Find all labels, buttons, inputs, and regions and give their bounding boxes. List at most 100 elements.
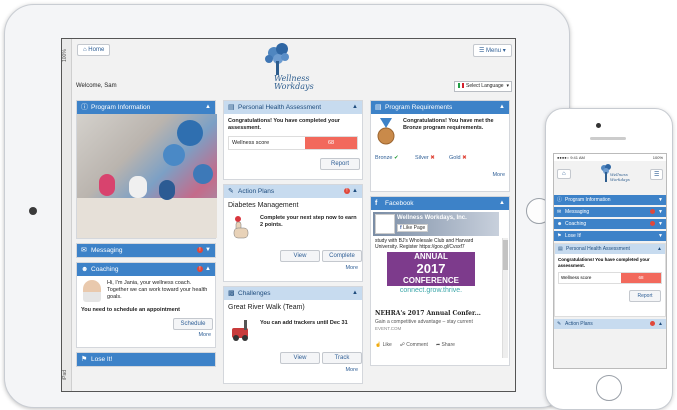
like-action[interactable]: ☝ Like <box>375 342 392 348</box>
info-icon: ⓘ <box>557 197 563 203</box>
phone-program-info[interactable]: ⓘ Program Information ▼ <box>554 195 666 205</box>
logo-text: Wellness Workdays <box>610 172 630 182</box>
action-plans-body: Diabetes Management Complete your next s… <box>224 198 362 281</box>
column-middle: ▤ Personal Health Assessment ▲ Congratul… <box>223 100 363 388</box>
challenges-card: ▩ Challenges ▲ Great River Walk (Team) Y… <box>223 286 363 384</box>
action-plans-more-link[interactable]: More <box>345 265 358 271</box>
requirements-header[interactable]: ▤ Program Requirements ▲ <box>371 101 509 114</box>
clipboard-icon: ▤ <box>558 246 563 252</box>
home-button[interactable]: ⌂ Home <box>77 44 111 56</box>
requirements-body: Congratulations! You have met the Bronze… <box>371 114 509 191</box>
program-info-header[interactable]: ⓘ Program Information ▲ <box>77 101 215 114</box>
chevron-down-icon: ▼ <box>658 233 663 239</box>
requirements-more-link[interactable]: More <box>492 172 505 178</box>
facebook-feed[interactable]: Wellness Workdays, Inc. f Like Page stud… <box>371 210 509 365</box>
scrollbar-thumb[interactable] <box>503 240 508 270</box>
person <box>129 176 147 198</box>
facebook-cover-photo: Wellness Workdays, Inc. f Like Page <box>373 212 499 236</box>
coach-avatar <box>83 280 101 302</box>
treadmill-icon <box>232 320 248 341</box>
challenge-title: Great River Walk (Team) <box>228 304 305 311</box>
logo: Wellness Workdays <box>252 41 336 93</box>
phone-lose-it[interactable]: ⚑ Lose It! ▼ <box>554 231 666 241</box>
link-title[interactable]: NEHRA's 2017 Annual Confer... <box>375 310 481 317</box>
report-button[interactable]: Report <box>629 290 661 302</box>
chevron-down-icon: ▾ <box>501 48 506 54</box>
phone-messaging[interactable]: ✉ Messaging ▼ <box>554 207 666 217</box>
chevron-down-icon: ▼ <box>658 209 663 215</box>
person <box>99 174 115 196</box>
phone-header: ⌂ Wellness Workdays ☰ <box>554 161 666 193</box>
challenges-header[interactable]: ▩ Challenges ▲ <box>224 287 362 300</box>
pha-message: Congratulations! You have completed your… <box>558 257 650 268</box>
exercise-ball <box>163 144 185 166</box>
alert-badge: ! <box>197 266 203 272</box>
pha-card: ▤ Personal Health Assessment ▲ Congratul… <box>223 100 363 180</box>
menu-icon: ☰ <box>479 48 487 54</box>
chevron-up-icon: ▲ <box>352 290 358 296</box>
messaging-header[interactable]: ✉ Messaging ! ▼ <box>77 244 215 257</box>
edit-icon: ✎ <box>228 188 234 195</box>
tablet-camera <box>29 207 37 215</box>
post-text: study with BJ's Wholesale Club and Harva… <box>375 238 474 250</box>
track-button[interactable]: Track <box>322 352 362 364</box>
person-icon: ☻ <box>557 221 563 227</box>
lose-it-header[interactable]: ⚑ Lose It! <box>77 353 215 366</box>
link-domain: EVENT.COM <box>375 326 402 331</box>
score-label: Wellness score <box>561 275 592 280</box>
report-button[interactable]: Report <box>320 158 360 170</box>
conference-banner: ANNUAL 2017 CONFERENCE connect.grow.thri… <box>381 252 481 306</box>
floor <box>77 198 217 238</box>
envelope-icon: ✉ <box>557 209 562 215</box>
tablet-screen: 100% iPad ⌂ Home Wellness Workdays ☰ Men… <box>61 38 516 392</box>
edit-icon: ✎ <box>557 321 562 327</box>
like-page-button[interactable]: f Like Page <box>397 224 429 232</box>
pha-body: Congratulations! You have completed your… <box>224 114 362 179</box>
carrier-text: iPad <box>62 370 68 381</box>
share-action[interactable]: ➦ Share <box>436 342 455 348</box>
thumbs-up-icon: ☝ <box>375 342 383 348</box>
chevron-up-icon: ▲ <box>352 104 358 110</box>
coach-cta: You need to schedule an appointment <box>81 307 180 313</box>
menu-button[interactable]: ☰ <box>650 169 664 180</box>
chevron-up-icon: ▲ <box>205 266 211 272</box>
action-plans-header[interactable]: ✎ Action Plans ! ▲ <box>224 185 362 198</box>
view-button[interactable]: View <box>280 352 320 364</box>
menu-button[interactable]: ☰ Menu ▾ <box>473 44 512 57</box>
cross-icon: ✖ <box>460 155 467 161</box>
envelope-icon: ✉ <box>81 247 87 254</box>
phone-pha-header[interactable]: ▤ Personal Health Assessment ▲ <box>555 244 665 254</box>
coaching-body: Hi, I'm Jania, your wellness coach. Toge… <box>77 276 215 347</box>
complete-button[interactable]: Complete <box>322 250 362 262</box>
coaching-header[interactable]: ☻ Coaching ! ▲ <box>77 263 215 276</box>
view-button[interactable]: View <box>280 250 320 262</box>
home-button[interactable]: ⌂ <box>557 169 571 179</box>
phone-speaker <box>590 137 626 140</box>
welcome-text: Welcome, Sam <box>76 83 117 89</box>
chevron-up-icon: ▲ <box>205 104 211 110</box>
coach-message: Hi, I'm Jania, your wellness coach. Toge… <box>107 280 208 300</box>
menu-icon: ☰ <box>654 172 660 178</box>
home-icon: ⌂ <box>562 171 566 177</box>
phone-coaching[interactable]: ☻ Coaching ▼ <box>554 219 666 229</box>
schedule-button[interactable]: Schedule <box>173 318 213 330</box>
person-icon: ☻ <box>81 266 89 273</box>
exercise-ball <box>177 120 203 146</box>
pha-header[interactable]: ▤ Personal Health Assessment ▲ <box>224 101 362 114</box>
lose-it-card: ⚑ Lose It! <box>76 352 216 367</box>
language-select[interactable]: Select Language ▾ <box>454 81 512 92</box>
column-left: ⓘ Program Information ▲ ✉ Messaging ! ▼ … <box>76 100 217 371</box>
phone-screen: ●●●●○ 9:41 AM 100% ⌂ Wellness Workdays ☰… <box>553 153 667 369</box>
challenges-more-link[interactable]: More <box>345 367 358 373</box>
phone-home-button[interactable] <box>596 375 622 401</box>
chevron-down-icon: ▼ <box>658 221 663 227</box>
phone-action-plans[interactable]: ✎ Action Plans ▲ <box>554 319 666 329</box>
score-value: 68 <box>621 273 661 283</box>
pha-message: Congratulations! You have completed your… <box>228 118 340 131</box>
comment-action[interactable]: ☍ Comment <box>400 342 428 348</box>
coaching-more-link[interactable]: More <box>198 332 211 338</box>
feed-scrollbar[interactable] <box>502 238 508 358</box>
facebook-header[interactable]: f Facebook ▲ <box>371 197 509 210</box>
dropdown-arrow-icon: ▾ <box>506 83 509 89</box>
level-silver: Silver ✖ <box>415 155 435 161</box>
